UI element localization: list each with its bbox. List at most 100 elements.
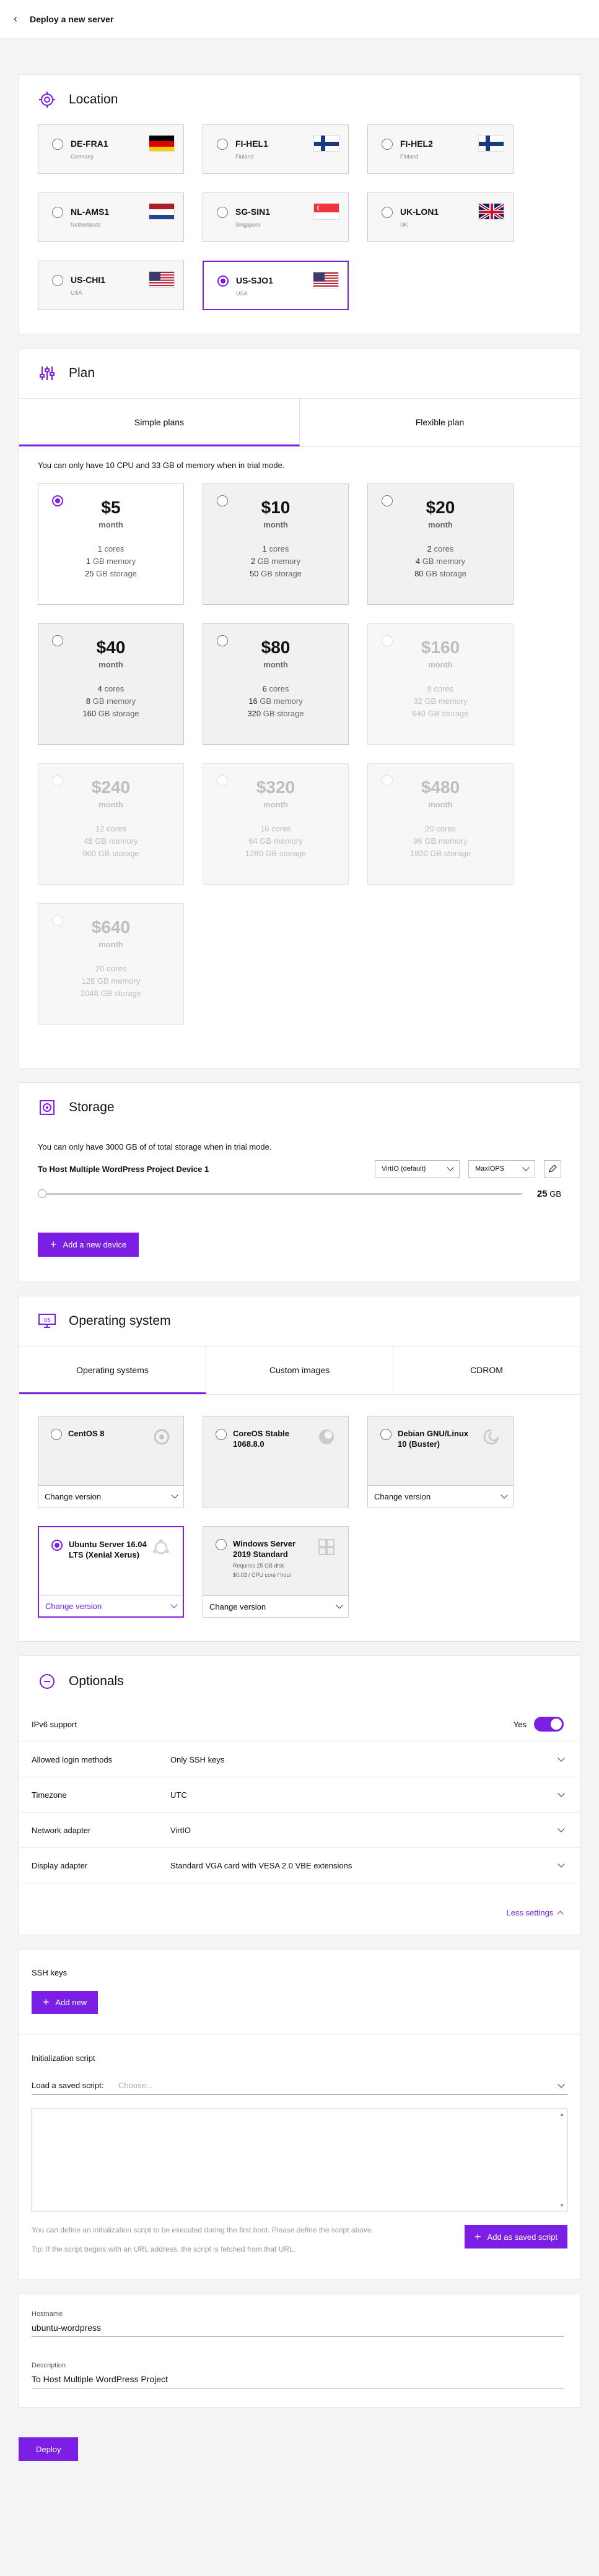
os-option-debian[interactable]: Debian GNU/Linux 10 (Buster) Change vers… <box>367 1416 514 1507</box>
location-radio[interactable] <box>217 139 228 150</box>
os-option-ubuntu[interactable]: Ubuntu Server 16.04 LTS (Xenial Xerus) C… <box>38 1526 184 1618</box>
location-radio[interactable] <box>52 139 63 150</box>
plan-option[interactable]: $5 month 1 cores 1 GB memory 25 GB storage <box>38 484 184 605</box>
add-ssh-key-button[interactable]: + Add new <box>32 1991 98 2014</box>
plan-storage-value: 160 <box>82 709 97 718</box>
add-saved-script-button[interactable]: + Add as saved script <box>465 2225 567 2249</box>
location-radio[interactable] <box>217 207 228 218</box>
centos-logo-icon <box>154 1429 170 1445</box>
os-option-coreos[interactable]: CoreOS Stable 1068.8.0 <box>203 1416 349 1507</box>
location-radio-selected[interactable] <box>217 275 229 287</box>
location-radio[interactable] <box>52 207 63 218</box>
location-radio[interactable] <box>382 207 393 218</box>
tab-custom-images[interactable]: Custom images <box>206 1347 393 1394</box>
tab-simple-plans[interactable]: Simple plans <box>19 399 300 446</box>
os-radio[interactable] <box>216 1539 227 1550</box>
plan-radio <box>52 915 63 926</box>
location-target-icon <box>38 90 56 109</box>
saved-script-select[interactable]: Load a saved script: Choose... <box>32 2076 567 2095</box>
os-radio[interactable] <box>216 1429 227 1440</box>
slider-handle[interactable] <box>38 1189 46 1198</box>
plan-option[interactable]: $20 month 2 cores 4 GB memory 80 GB storage <box>367 484 514 605</box>
location-radio[interactable] <box>52 275 63 286</box>
plan-cores-value: 1 <box>97 544 102 553</box>
plan-radio[interactable] <box>52 495 63 506</box>
disk-icon <box>38 1098 56 1117</box>
plan-option[interactable]: $80 month 6 cores 16 GB memory 320 GB storag… <box>203 623 349 745</box>
os-version-select[interactable]: Change version <box>368 1485 513 1507</box>
plan-storage-unit: GB storage <box>427 709 469 718</box>
network-adapter-row[interactable]: Network adapter VirtIO <box>19 1813 580 1848</box>
plan-cores-value: 16 <box>260 824 269 833</box>
plan-option[interactable]: $10 month 1 cores 2 GB memory 50 GB storage <box>203 484 349 605</box>
plan-radio[interactable] <box>52 635 63 646</box>
ipv6-toggle[interactable] <box>534 1717 564 1732</box>
plan-period: month <box>98 940 123 949</box>
plan-storage-unit: GB storage <box>430 849 471 858</box>
plan-title: Plan <box>69 366 95 380</box>
plan-cores-value: 2 <box>427 544 432 553</box>
tab-operating-systems[interactable]: Operating systems <box>19 1347 206 1394</box>
plan-period: month <box>98 800 123 809</box>
init-script-textarea[interactable]: ▲ ▼ <box>32 2109 567 2211</box>
location-country: Germany <box>71 154 94 160</box>
location-option-uk-lon1[interactable]: UK-LON1 UK <box>367 193 514 242</box>
storage-tier-select[interactable]: MaxIOPS <box>468 1160 535 1177</box>
plan-option[interactable]: $40 month 4 cores 8 GB memory 160 GB storage <box>38 623 184 745</box>
scrollbar-up-icon[interactable]: ▲ <box>559 2112 564 2117</box>
plan-storage-value: 50 <box>250 569 259 578</box>
storage-bus-select[interactable]: VirtIO (default) <box>375 1160 460 1177</box>
plan-cores: 12 cores <box>38 823 183 835</box>
add-device-button[interactable]: + Add a new device <box>38 1233 139 1257</box>
plan-storage-value: 2048 <box>80 989 98 998</box>
location-option-nl-ams1[interactable]: NL-AMS1 Netherlands <box>38 193 184 242</box>
storage-header: Storage <box>19 1083 580 1132</box>
os-title: Operating system <box>69 1314 171 1328</box>
scrollbar-down-icon[interactable]: ▼ <box>559 2203 564 2208</box>
location-option-us-chi1[interactable]: US-CHI1 USA <box>38 261 184 310</box>
tab-flexible-plan[interactable]: Flexible plan <box>300 399 580 446</box>
plan-cores-unit: cores <box>434 684 454 693</box>
location-section: Location DE-FRA1 Germany FI-HEL1 Finland… <box>19 74 580 334</box>
location-option-fi-hel2[interactable]: FI-HEL2 Finland <box>367 124 514 174</box>
pencil-icon <box>549 1164 557 1173</box>
plan-storage-value: 320 <box>247 709 261 718</box>
plan-memory: 8 GB memory <box>38 695 183 708</box>
os-option-windows[interactable]: Windows Server 2019 Standard Requires 25… <box>203 1526 349 1618</box>
os-radio[interactable] <box>51 1429 62 1440</box>
deploy-button[interactable]: Deploy <box>19 2437 79 2461</box>
description-input[interactable]: To Host Multiple WordPress Project <box>32 2369 564 2388</box>
location-radio[interactable] <box>382 139 393 150</box>
location-country: USA <box>71 290 82 296</box>
plan-radio[interactable] <box>217 495 228 506</box>
plan-memory-unit: GB memory <box>422 557 466 566</box>
tab-cdrom[interactable]: CDROM <box>393 1347 580 1394</box>
edit-device-button[interactable] <box>544 1160 561 1177</box>
ssh-add-wrap: + Add new <box>19 1977 580 2014</box>
plan-memory: 2 GB memory <box>203 555 348 568</box>
location-option-us-sjo1[interactable]: US-SJO1 USA <box>203 261 349 310</box>
os-version-select[interactable]: Change version <box>203 1595 348 1617</box>
os-monitor-icon: OS <box>38 1312 56 1330</box>
display-adapter-row[interactable]: Display adapter Standard VGA card with V… <box>19 1848 580 1883</box>
storage-size-slider[interactable] <box>38 1189 522 1198</box>
hostname-input[interactable]: ubuntu-wordpress <box>32 2318 564 2337</box>
login-methods-row[interactable]: Allowed login methods Only SSH keys <box>19 1742 580 1777</box>
less-settings-link[interactable]: Less settings <box>19 1883 580 1935</box>
os-version-select[interactable]: Change version <box>38 1485 183 1507</box>
os-version-select[interactable]: Change version <box>39 1595 183 1616</box>
location-option-de-fra1[interactable]: DE-FRA1 Germany <box>38 124 184 174</box>
plan-radio[interactable] <box>217 635 228 646</box>
back-arrow-icon[interactable]: ‹ <box>14 12 17 25</box>
location-option-fi-hel1[interactable]: FI-HEL1 Finland <box>203 124 349 174</box>
plan-option: $240 month 12 cores 48 GB memory 960 GB stor… <box>38 763 184 885</box>
os-option-centos[interactable]: CentOS 8 Change version <box>38 1416 184 1507</box>
netherlands-flag-icon <box>149 203 175 220</box>
timezone-row[interactable]: Timezone UTC <box>19 1777 580 1813</box>
location-option-sg-sin1[interactable]: SG-SIN1 Singapore <box>203 193 349 242</box>
os-radio-selected[interactable] <box>51 1540 63 1551</box>
plan-radio[interactable] <box>382 495 393 506</box>
os-radio[interactable] <box>380 1429 391 1440</box>
plan-memory-value: 2 <box>250 557 256 566</box>
plan-memory: 48 GB memory <box>38 835 183 848</box>
